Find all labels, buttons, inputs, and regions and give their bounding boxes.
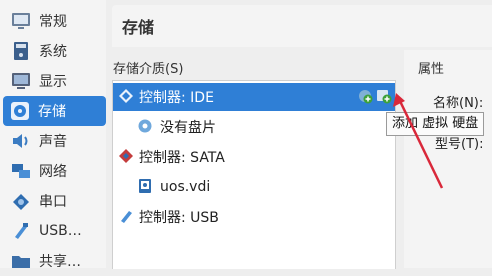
red-arrow-annotation — [393, 93, 444, 189]
